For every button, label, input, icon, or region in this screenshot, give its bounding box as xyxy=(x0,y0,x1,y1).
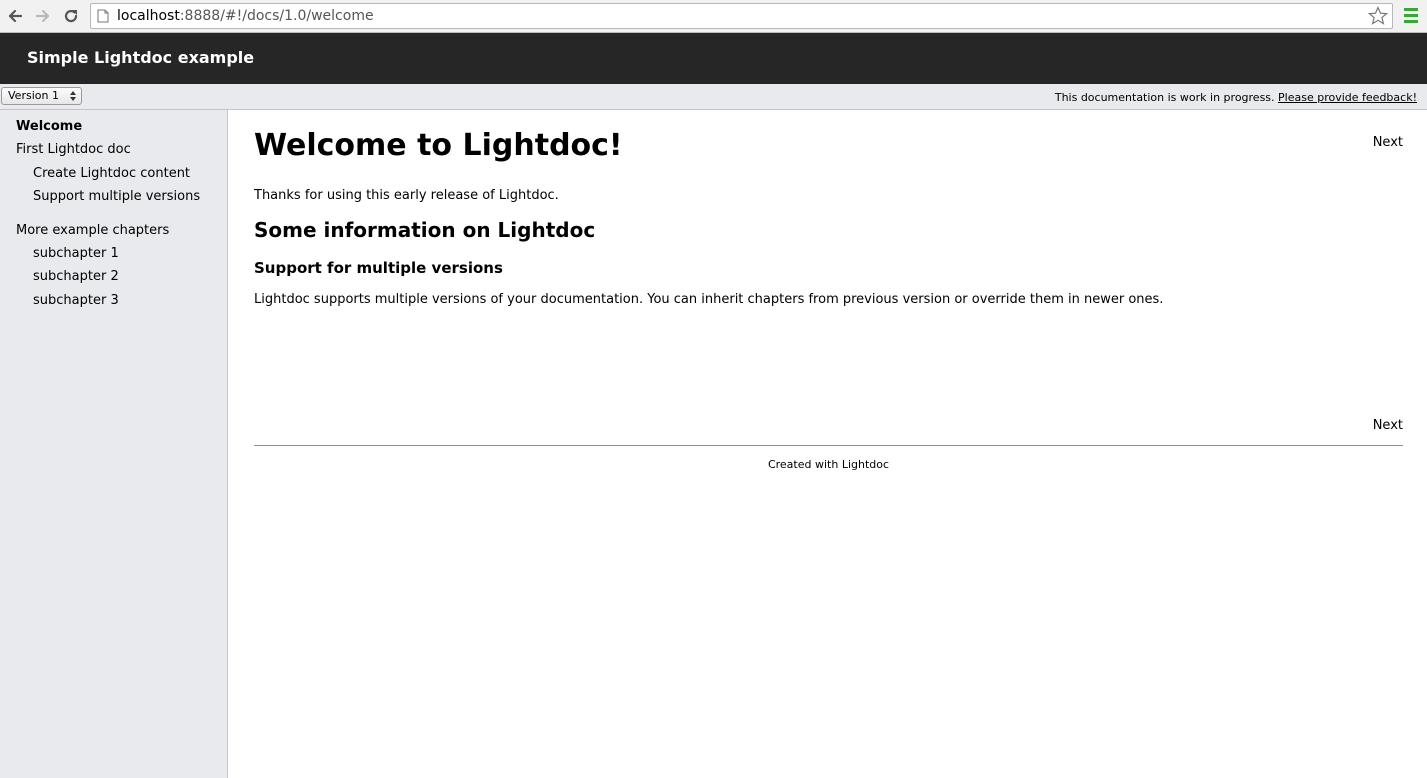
reload-button[interactable] xyxy=(60,5,82,27)
sidebar-item-subchapter-2[interactable]: subchapter 2 xyxy=(33,269,119,284)
sidebar-item-first-lightdoc-doc[interactable]: First Lightdoc doc xyxy=(16,142,131,157)
sidebar: Welcome First Lightdoc doc Create Lightd… xyxy=(0,110,228,778)
sidebar-item-support-versions[interactable]: Support multiple versions xyxy=(33,189,200,204)
page-icon xyxy=(97,9,109,23)
url-path: :8888/#!/docs/1.0/welcome xyxy=(179,8,374,24)
reload-icon xyxy=(64,9,78,23)
next-link-bottom[interactable]: Next xyxy=(1373,418,1403,433)
sidebar-item-subchapter-3[interactable]: subchapter 3 xyxy=(33,293,119,308)
wip-notice: This documentation is work in progress. … xyxy=(1055,91,1417,104)
feedback-link[interactable]: Please provide feedback! xyxy=(1278,91,1417,104)
page-title: Welcome to Lightdoc! xyxy=(254,128,623,163)
section-heading: Some information on Lightdoc xyxy=(254,218,596,242)
arrow-right-icon xyxy=(35,9,50,23)
wip-notice-text: This documentation is work in progress. xyxy=(1054,91,1275,104)
sidebar-item-more-chapters[interactable]: More example chapters xyxy=(16,223,169,238)
sidebar-item-welcome[interactable]: Welcome xyxy=(16,119,82,134)
back-button[interactable] xyxy=(4,5,26,27)
sidebar-item-create-content[interactable]: Create Lightdoc content xyxy=(33,166,190,181)
bookmark-star-icon[interactable] xyxy=(1368,6,1388,26)
browser-toolbar: localhost:8888/#!/docs/1.0/welcome xyxy=(0,0,1427,33)
address-bar[interactable]: localhost:8888/#!/docs/1.0/welcome xyxy=(90,3,1393,29)
url-text: localhost:8888/#!/docs/1.0/welcome xyxy=(117,8,374,24)
sidebar-item-subchapter-1[interactable]: subchapter 1 xyxy=(33,246,119,261)
body-text: Lightdoc supports multiple versions of y… xyxy=(254,292,1164,307)
select-arrows-icon xyxy=(70,91,76,101)
subsection-heading: Support for multiple versions xyxy=(254,259,503,277)
site-header: Simple Lightdoc example xyxy=(0,33,1427,84)
forward-button[interactable] xyxy=(32,5,54,27)
next-link-top[interactable]: Next xyxy=(1373,135,1403,150)
arrow-left-icon xyxy=(8,9,23,23)
version-select-value: Version 1 xyxy=(8,89,59,102)
url-host: localhost xyxy=(117,8,180,24)
menu-icon[interactable] xyxy=(1404,7,1418,25)
footer-divider xyxy=(254,445,1403,446)
version-bar: Version 1 This documentation is work in … xyxy=(0,84,1427,110)
intro-text: Thanks for using this early release of L… xyxy=(254,188,559,203)
site-title[interactable]: Simple Lightdoc example xyxy=(27,48,254,67)
version-select[interactable]: Version 1 xyxy=(1,87,82,105)
footer-text: Created with Lightdoc xyxy=(767,458,890,471)
